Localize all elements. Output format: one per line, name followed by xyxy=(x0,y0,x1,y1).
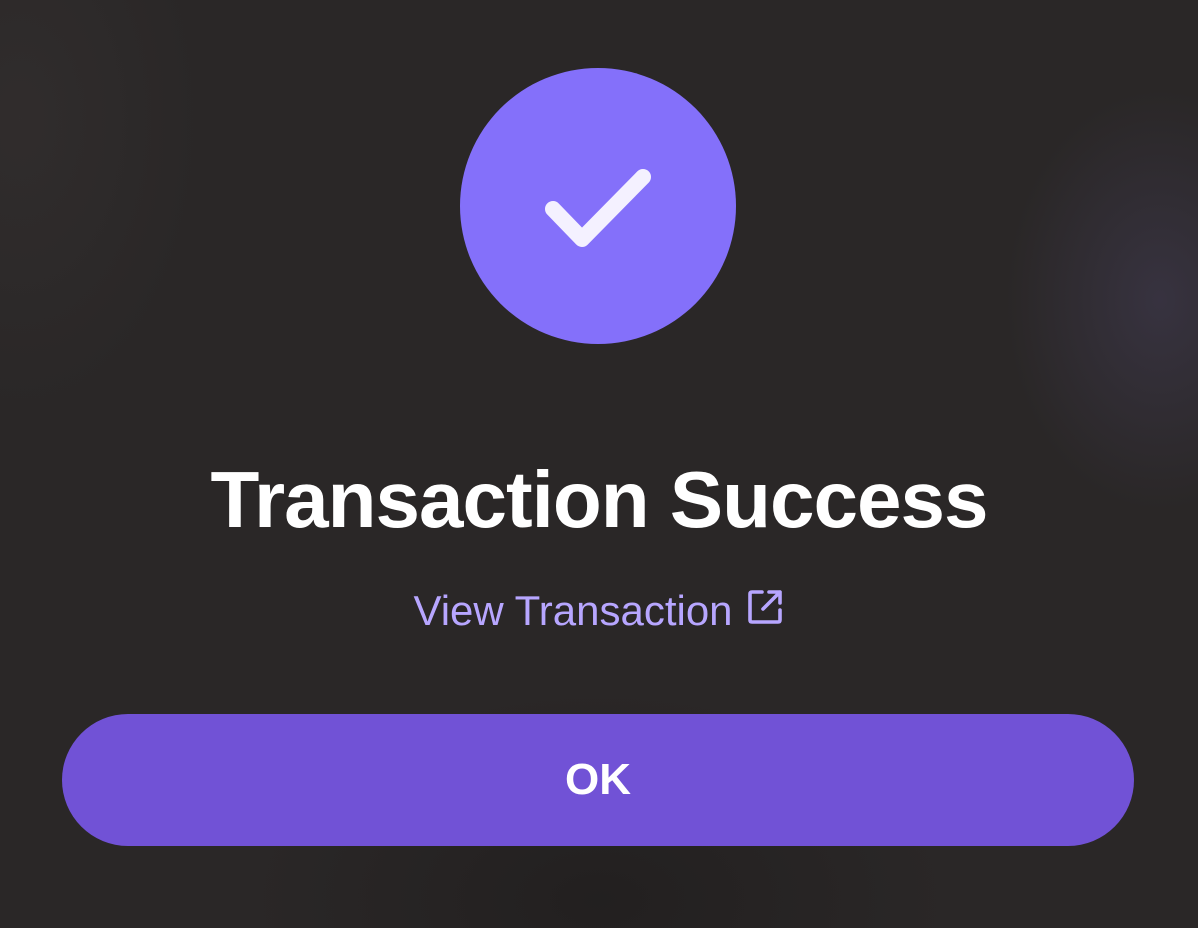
ok-button[interactable]: OK xyxy=(62,714,1134,846)
transaction-success-dialog: Transaction Success View Transaction OK xyxy=(0,0,1198,928)
view-transaction-link[interactable]: View Transaction xyxy=(0,582,1198,637)
external-link-icon xyxy=(747,590,782,624)
dialog-title: Transaction Success xyxy=(210,455,989,544)
success-badge xyxy=(460,68,736,344)
checkmark-icon xyxy=(545,169,651,247)
view-transaction-label: View Transaction xyxy=(413,586,733,634)
